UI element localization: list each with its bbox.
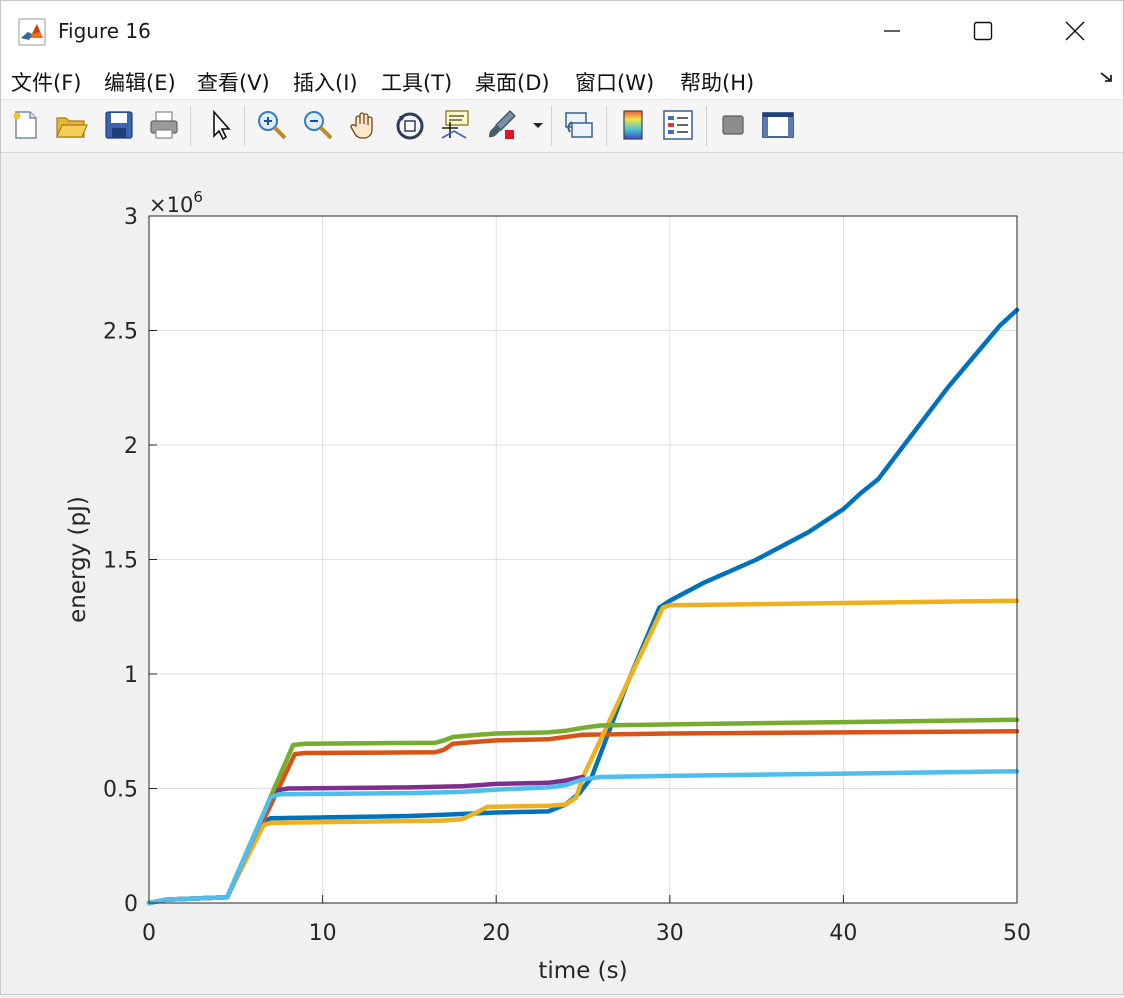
y-axis-label: energy (pJ)	[65, 496, 91, 623]
dock-arrow-icon[interactable]	[1099, 69, 1115, 85]
menu-help[interactable]: 帮助(H)	[680, 67, 754, 97]
x-axis-label: time (s)	[538, 958, 627, 984]
toolbar-separator	[190, 106, 191, 146]
y-tick-label: 2.5	[103, 320, 138, 345]
minimize-button[interactable]	[846, 1, 938, 61]
y-exponent-base: ×10	[149, 193, 193, 217]
pointer-icon[interactable]	[204, 108, 238, 142]
y-exponent-power: 6	[193, 188, 203, 206]
x-tick-label: 20	[482, 921, 510, 946]
brush-icon[interactable]	[485, 108, 519, 142]
y-tick-label: 0.5	[103, 778, 138, 803]
y-tick-label: 1	[124, 663, 138, 688]
save-icon[interactable]	[102, 108, 136, 142]
toolbar-separator	[606, 106, 607, 146]
print-icon[interactable]	[147, 108, 181, 142]
maximize-icon	[973, 21, 993, 41]
menu-file[interactable]: 文件(F)	[11, 67, 81, 97]
y-exponent-label: ×106	[149, 188, 203, 217]
matlab-logo-icon	[18, 18, 46, 46]
legend-icon[interactable]	[661, 108, 695, 142]
menu-view[interactable]: 查看(V)	[197, 67, 270, 97]
y-tick-label: 2	[124, 434, 138, 459]
open-icon[interactable]	[54, 108, 88, 142]
close-button[interactable]	[1029, 1, 1121, 61]
colorbar-icon[interactable]	[616, 108, 650, 142]
minimize-icon	[884, 30, 900, 32]
y-tick-label: 1.5	[103, 549, 138, 574]
hide-plot-tools-icon[interactable]	[716, 108, 750, 142]
toolbar-separator	[551, 106, 552, 146]
data-cursor-icon[interactable]	[438, 108, 472, 142]
x-tick-label: 40	[829, 921, 857, 946]
figure-toolbar	[1, 100, 1123, 153]
zoom-out-icon[interactable]	[301, 108, 335, 142]
chart-svg[interactable]: 0 10 20 30 40 50 0 0.5 1 1.5 2 2.5 3 ×106 time (s) e…	[1, 153, 1123, 994]
menu-bar: 文件(F) 编辑(E) 查看(V) 插入(I) 工具(T) 桌面(D) 窗口(W…	[1, 61, 1123, 100]
rotate-3d-icon[interactable]	[393, 108, 427, 142]
new-figure-icon[interactable]	[9, 108, 43, 142]
title-bar[interactable]: Figure 16	[1, 1, 1123, 61]
menu-edit[interactable]: 编辑(E)	[104, 67, 176, 97]
figure-canvas: 0 10 20 30 40 50 0 0.5 1 1.5 2 2.5 3 ×106 time (s) e…	[1, 153, 1123, 994]
maximize-button[interactable]	[937, 1, 1029, 61]
toolbar-separator	[244, 106, 245, 146]
window-title: Figure 16	[58, 19, 151, 43]
x-tick-label: 30	[656, 921, 684, 946]
link-plot-icon[interactable]	[562, 108, 596, 142]
menu-desktop[interactable]: 桌面(D)	[475, 67, 550, 97]
menu-tools[interactable]: 工具(T)	[381, 67, 452, 97]
x-tick-label: 10	[309, 921, 337, 946]
pan-icon[interactable]	[347, 108, 381, 142]
brush-dropdown-icon[interactable]	[529, 108, 547, 142]
zoom-in-icon[interactable]	[255, 108, 289, 142]
menu-window[interactable]: 窗口(W)	[575, 67, 654, 97]
show-plot-tools-icon[interactable]	[761, 108, 795, 142]
y-tick-label: 0	[124, 892, 138, 917]
y-tick-label: 3	[124, 205, 138, 230]
x-tick-label: 0	[142, 921, 156, 946]
close-icon	[1065, 21, 1085, 41]
x-tick-label: 50	[1003, 921, 1031, 946]
figure-window: Figure 16 文件(F) 编辑(E) 查看(V) 插入(I) 工具(T) …	[0, 0, 1124, 995]
menu-insert[interactable]: 插入(I)	[293, 67, 358, 97]
toolbar-separator	[706, 106, 707, 146]
